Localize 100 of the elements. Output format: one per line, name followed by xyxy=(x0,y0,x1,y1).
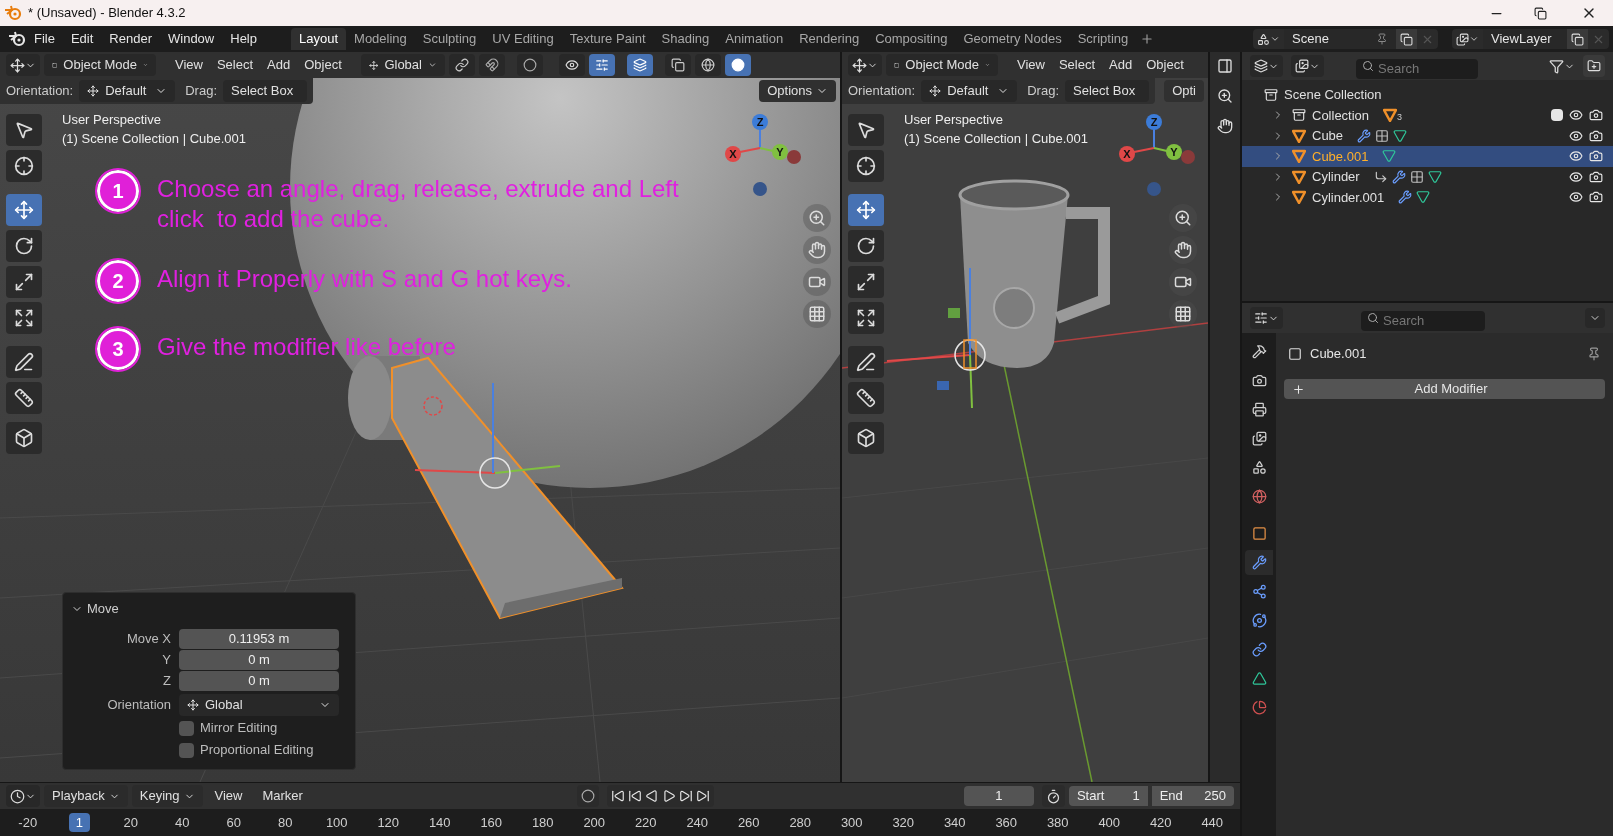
step-number: 3 xyxy=(97,328,139,370)
tree-item-label: Cube xyxy=(1312,127,1344,145)
checkbox-label: Proportional Editing xyxy=(200,741,314,760)
options-button[interactable]: Options xyxy=(759,80,836,102)
header-menu[interactable]: View xyxy=(168,55,210,75)
field-label: Move X xyxy=(125,629,172,648)
end-frame-field[interactable]: End 250 xyxy=(1151,786,1234,806)
header-menu[interactable]: Select xyxy=(1051,55,1103,75)
frame-number: 440 xyxy=(1201,813,1224,832)
frame-number: 240 xyxy=(686,813,709,832)
window-title: * (Unsaved) - Blender 4.3.2 xyxy=(28,4,186,23)
number-field[interactable]: 0 m xyxy=(179,649,339,670)
current-frame-marker[interactable]: 1 xyxy=(68,812,90,833)
current-frame-field[interactable]: 1 xyxy=(963,786,1034,806)
outliner-row[interactable]: Cylinder.001 xyxy=(1242,187,1613,208)
workspace-tab[interactable]: Rendering xyxy=(791,28,868,50)
workspace-tab[interactable]: Scripting xyxy=(1069,28,1137,50)
add-modifier-button[interactable]: Add Modifier xyxy=(1284,379,1605,399)
workspace-tab[interactable]: Sculpting xyxy=(414,28,485,50)
header-menu[interactable]: Playback xyxy=(44,785,128,807)
frame-number: 420 xyxy=(1149,813,1172,832)
workspace-tab[interactable]: Geometry Nodes xyxy=(955,28,1070,50)
menu-item[interactable]: Help xyxy=(222,29,265,49)
mode-dropdown[interactable]: Object Mode xyxy=(886,54,998,76)
menu-item[interactable]: File xyxy=(26,29,63,49)
menu-item[interactable]: Edit xyxy=(62,29,102,49)
frame-number: 20 xyxy=(123,813,138,832)
outliner-row[interactable]: Cube xyxy=(1242,125,1613,146)
header-menu[interactable]: Object xyxy=(1139,55,1191,75)
tree-item-label: Cylinder.001 xyxy=(1312,188,1385,207)
frame-number: 60 xyxy=(226,813,241,832)
header-menu[interactable]: Object xyxy=(297,55,349,75)
start-frame-field[interactable]: Start 1 xyxy=(1068,786,1148,806)
header-menu[interactable]: Marker xyxy=(254,785,311,807)
orientation-dropdown[interactable]: Global xyxy=(179,694,339,716)
end-value: 250 xyxy=(1204,787,1226,805)
view-layer-field[interactable]: ViewLayer xyxy=(1483,29,1567,49)
frame-number: 80 xyxy=(278,813,293,832)
options-button[interactable]: Opti xyxy=(1164,80,1204,102)
viewport-info-text: (1) Scene Collection | Cube.001 xyxy=(904,130,1089,148)
header-menu[interactable]: Select xyxy=(209,55,261,75)
header-menu[interactable]: Add xyxy=(260,55,298,75)
workspace-tab[interactable]: UV Editing xyxy=(484,28,562,50)
object-name: Cube.001 xyxy=(1310,345,1367,364)
x-axis-handle[interactable]: X xyxy=(725,146,761,162)
orientation-dropdown[interactable]: Default xyxy=(79,80,176,102)
outliner-row[interactable]: Cylinder xyxy=(1242,166,1613,187)
viewport-info-text: User Perspective xyxy=(904,111,1004,129)
outliner-row[interactable]: Collection 3 xyxy=(1242,105,1613,126)
header-menu[interactable]: View xyxy=(206,785,251,807)
frame-number: 300 xyxy=(840,813,863,832)
x-axis-handle[interactable]: X xyxy=(1119,146,1155,162)
drag-label: Drag: xyxy=(1027,82,1059,101)
start-label: Start xyxy=(1076,787,1105,805)
tree-item-label: Cylinder xyxy=(1312,168,1360,186)
end-label: End xyxy=(1159,787,1183,805)
mode-dropdown[interactable]: Object Mode xyxy=(44,54,156,76)
tree-item-label: Collection xyxy=(1312,106,1370,125)
frame-number: 340 xyxy=(943,813,966,832)
step-text: Give the modifier like before xyxy=(157,332,456,362)
search-field[interactable]: Search xyxy=(1361,310,1485,331)
transform-dropdown[interactable]: Global xyxy=(360,54,445,76)
field-label: Y xyxy=(161,650,172,669)
tree-item-label[interactable]: Scene Collection xyxy=(1284,84,1382,105)
header-menu[interactable]: Keying xyxy=(131,785,203,807)
header-menu[interactable]: Add xyxy=(1102,55,1140,75)
drag-label: Drag: xyxy=(185,82,217,101)
child-count: 3 xyxy=(1397,113,1403,123)
z-axis-handle[interactable]: Z xyxy=(752,114,768,149)
menu-item[interactable]: Window xyxy=(160,29,223,49)
header-menu[interactable]: View xyxy=(1010,55,1052,75)
orientation-dropdown[interactable]: Default xyxy=(921,80,1018,102)
drag-dropdown[interactable]: Select Box xyxy=(223,80,307,102)
workspace-tab[interactable]: Animation xyxy=(717,28,792,50)
field-label: Orientation xyxy=(106,696,172,715)
workspace-tab[interactable]: Texture Paint xyxy=(561,28,654,50)
number-field[interactable]: 0 m xyxy=(179,670,339,691)
frame-number: 100 xyxy=(325,813,348,832)
workspace-tab[interactable]: Shading xyxy=(653,28,718,50)
outliner-row[interactable]: Cube.001 xyxy=(1242,146,1613,167)
frame-number: 120 xyxy=(377,813,400,832)
step-number: 1 xyxy=(97,170,139,212)
menu-item[interactable]: Render xyxy=(101,29,160,49)
frame-number: 140 xyxy=(428,813,451,832)
z-axis-handle[interactable]: Z xyxy=(1146,114,1162,149)
workspace-tab[interactable]: Layout xyxy=(291,28,347,50)
drag-dropdown[interactable]: Select Box xyxy=(1065,80,1149,102)
viewport-info-text: (1) Scene Collection | Cube.001 xyxy=(62,130,247,148)
frame-number: 220 xyxy=(634,813,657,832)
panel-header[interactable]: Move xyxy=(71,599,119,619)
workspace-tab[interactable]: Modeling xyxy=(346,28,415,50)
number-field[interactable]: 0.11953 m xyxy=(179,628,339,649)
checkbox-label: Mirror Editing xyxy=(200,719,278,738)
frame-number: 200 xyxy=(583,813,606,832)
frame-number: 180 xyxy=(531,813,554,832)
tree-item-label: Cube.001 xyxy=(1312,147,1369,166)
frame-number: 260 xyxy=(737,813,760,832)
scene-field[interactable]: Scene xyxy=(1284,29,1396,49)
search-field[interactable]: Search xyxy=(1356,58,1478,79)
workspace-tab[interactable]: Compositing xyxy=(867,28,956,50)
